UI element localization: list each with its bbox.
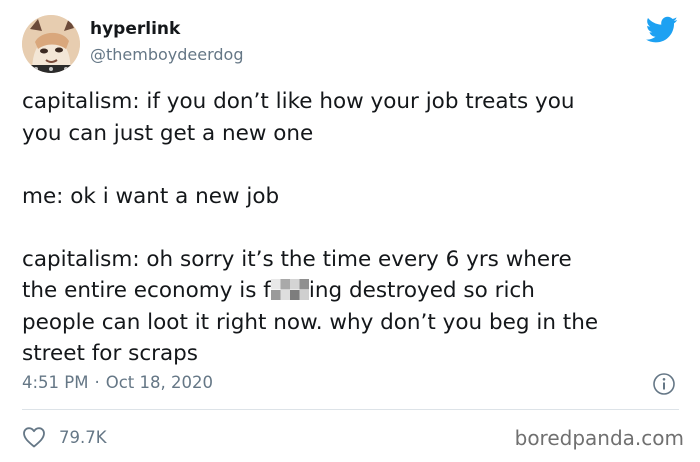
cartoon-deer-avatar-icon [22, 15, 80, 73]
tweet-paragraph-3-line-2-start: the entire economy is f [22, 278, 271, 303]
display-name[interactable]: hyperlink [90, 18, 180, 40]
info-icon[interactable] [652, 372, 676, 396]
meta-separator: · [94, 373, 100, 392]
user-handle[interactable]: @themboydeerdog [90, 45, 244, 65]
avatar[interactable] [22, 15, 80, 73]
tweet-paragraph-3-line-1: capitalism: oh sorry it’s the time every… [22, 246, 572, 272]
twitter-bird-icon[interactable] [646, 16, 678, 44]
divider [22, 409, 679, 410]
censored-word-pixelation [270, 279, 309, 300]
watermark: boredpanda.com [514, 426, 684, 450]
tweet-card: hyperlink @themboydeerdog capitalism: if… [0, 0, 700, 462]
tweet-timestamp[interactable]: 4:51 PM · Oct 18, 2020 [22, 372, 213, 394]
tweet-text: capitalism: if you don’t like how your j… [22, 86, 688, 370]
tweet-paragraph-1: capitalism: if you don’t like how your j… [22, 89, 575, 146]
like-count: 79.7K [59, 427, 107, 447]
tweet-paragraph-3: capitalism: oh sorry it’s the time every… [22, 244, 688, 370]
heart-icon [23, 427, 45, 448]
like-button[interactable]: 79.7K [22, 425, 107, 449]
tweet-time: 4:51 PM [22, 373, 89, 392]
tweet-paragraph-3-line-2-end: ing destroyed so rich [308, 278, 535, 303]
tweet-paragraph-2: me: ok i want a new job [22, 183, 280, 209]
tweet-paragraph-3-rest: people can loot it right now. why don’t … [22, 309, 599, 367]
tweet-date: Oct 18, 2020 [105, 373, 213, 392]
